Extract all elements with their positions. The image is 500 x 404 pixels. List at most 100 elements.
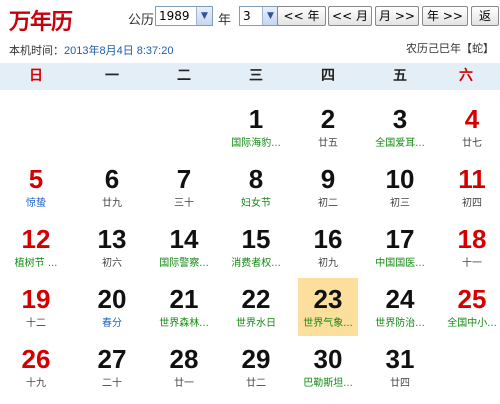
day-cell[interactable]: 15 消费者权...: [226, 218, 286, 276]
day-cell[interactable]: 29 廿二: [226, 338, 286, 396]
day-number: 31: [385, 344, 415, 374]
month-select-value: 3: [243, 9, 251, 23]
day-number: 14: [169, 224, 199, 254]
chevron-down-icon[interactable]: ▼: [196, 7, 212, 25]
day-cell[interactable]: 25 全国中小...: [442, 278, 500, 336]
day-number: 25: [457, 284, 487, 314]
day-cell[interactable]: 9 初二: [298, 158, 358, 216]
festival-label: 世界气象...: [303, 318, 353, 329]
day-cell[interactable]: 8 妇女节: [226, 158, 286, 216]
day-number: 8: [248, 164, 264, 194]
day-number: 20: [97, 284, 127, 314]
day-cell-today[interactable]: 23 世界气象...: [298, 278, 358, 336]
day-cell[interactable]: 17 中国国医...: [370, 218, 430, 276]
chevron-down-icon[interactable]: ▼: [262, 7, 278, 25]
day-cell[interactable]: 21 世界森林...: [154, 278, 214, 336]
lunar-date-label: 廿五: [318, 138, 338, 149]
weekday-label: 一: [105, 68, 119, 84]
festival-label: 国际海豹...: [231, 138, 281, 149]
lunar-date-label: 三十: [174, 198, 194, 209]
solar-term-label: 惊蛰: [26, 198, 46, 209]
lunar-date-label: 廿二: [246, 378, 266, 389]
year-select[interactable]: 1989 ▼: [155, 6, 213, 26]
day-cell[interactable]: 26 十九: [6, 338, 66, 396]
gregorian-label: 公历: [128, 13, 155, 28]
day-number: 13: [97, 224, 127, 254]
day-cell[interactable]: 11 初四: [442, 158, 500, 216]
prev-year-button[interactable]: << 年: [277, 6, 326, 26]
day-number: 23: [313, 284, 343, 314]
lunar-date-label: 十一: [462, 258, 482, 269]
day-cell[interactable]: 6 廿九: [82, 158, 142, 216]
festival-label: 植树节 ...: [14, 258, 58, 269]
day-number: 15: [241, 224, 271, 254]
day-cell[interactable]: 22 世界水日: [226, 278, 286, 336]
day-number: 9: [320, 164, 336, 194]
lunar-date-label: 二十: [102, 378, 122, 389]
day-number: 28: [169, 344, 199, 374]
day-cell[interactable]: 14 国际警察...: [154, 218, 214, 276]
day-cell[interactable]: 1 国际海豹...: [226, 98, 286, 156]
solar-term-label: 春分: [102, 318, 122, 329]
day-number: 12: [21, 224, 51, 254]
day-number: 10: [385, 164, 415, 194]
local-time-value: 2013年8月4日 8:37:20: [64, 45, 174, 57]
prev-month-button[interactable]: << 月: [328, 6, 372, 26]
day-number: 11: [458, 164, 486, 194]
weekday-label: 五: [393, 68, 407, 84]
day-cell[interactable]: 20 春分: [82, 278, 142, 336]
day-number: 4: [464, 104, 480, 134]
day-number: 6: [104, 164, 120, 194]
day-cell[interactable]: 28 廿一: [154, 338, 214, 396]
weekday-label: 日: [29, 68, 43, 84]
month-select[interactable]: 3 ▼: [239, 6, 279, 26]
day-number: 17: [385, 224, 415, 254]
lunar-date-label: 廿七: [462, 138, 482, 149]
day-cell[interactable]: 18 十一: [442, 218, 500, 276]
weekday-label: 二: [177, 68, 191, 84]
festival-label: 妇女节: [241, 198, 271, 209]
lunar-date-label: 十二: [26, 318, 46, 329]
day-cell[interactable]: 27 二十: [82, 338, 142, 396]
festival-label: 全国爱耳...: [375, 138, 425, 149]
local-time-label: 本机时间：: [9, 45, 64, 57]
day-number: 24: [385, 284, 415, 314]
festival-label: 世界防治...: [375, 318, 425, 329]
lunar-date-label: 初六: [102, 258, 122, 269]
day-cell[interactable]: 16 初九: [298, 218, 358, 276]
day-cell[interactable]: 12 植树节 ...: [6, 218, 66, 276]
day-cell[interactable]: 24 世界防治...: [370, 278, 430, 336]
next-year-button[interactable]: 年 >>: [422, 6, 468, 26]
day-number: 1: [248, 104, 264, 134]
lunar-date-label: 廿一: [174, 378, 194, 389]
day-cell[interactable]: 2 廿五: [298, 98, 358, 156]
lunar-date-label: 廿九: [102, 198, 122, 209]
festival-label: 中国国医...: [375, 258, 425, 269]
weekday-label: 三: [249, 68, 263, 84]
day-number: 29: [241, 344, 271, 374]
day-number: 27: [97, 344, 127, 374]
day-cell[interactable]: 7 三十: [154, 158, 214, 216]
festival-label: 世界水日: [236, 318, 276, 329]
next-month-button[interactable]: 月 >>: [375, 6, 419, 26]
return-today-button[interactable]: 返: [471, 6, 499, 26]
lunar-year-label: 农历己巳年【蛇】: [406, 42, 494, 55]
lunar-date-label: 十九: [26, 378, 46, 389]
day-number: 16: [313, 224, 343, 254]
year-suffix-label: 年: [218, 13, 232, 28]
weekday-header: 日一二三四五六: [0, 63, 500, 90]
local-time: 本机时间：2013年8月4日 8:37:20: [9, 42, 173, 58]
day-number: 22: [241, 284, 271, 314]
lunar-date-label: 廿四: [390, 378, 410, 389]
day-cell[interactable]: 19 十二: [6, 278, 66, 336]
day-cell[interactable]: 30 巴勒斯坦...: [298, 338, 358, 396]
day-cell[interactable]: 3 全国爱耳...: [370, 98, 430, 156]
day-cell[interactable]: 13 初六: [82, 218, 142, 276]
day-cell[interactable]: 10 初三: [370, 158, 430, 216]
day-cell[interactable]: 4 廿七: [442, 98, 500, 156]
day-cell[interactable]: 5 惊蛰: [6, 158, 66, 216]
day-cell[interactable]: 31 廿四: [370, 338, 430, 396]
festival-label: 世界森林...: [159, 318, 209, 329]
festival-label: 巴勒斯坦...: [303, 378, 353, 389]
festival-label: 全国中小...: [447, 318, 497, 329]
